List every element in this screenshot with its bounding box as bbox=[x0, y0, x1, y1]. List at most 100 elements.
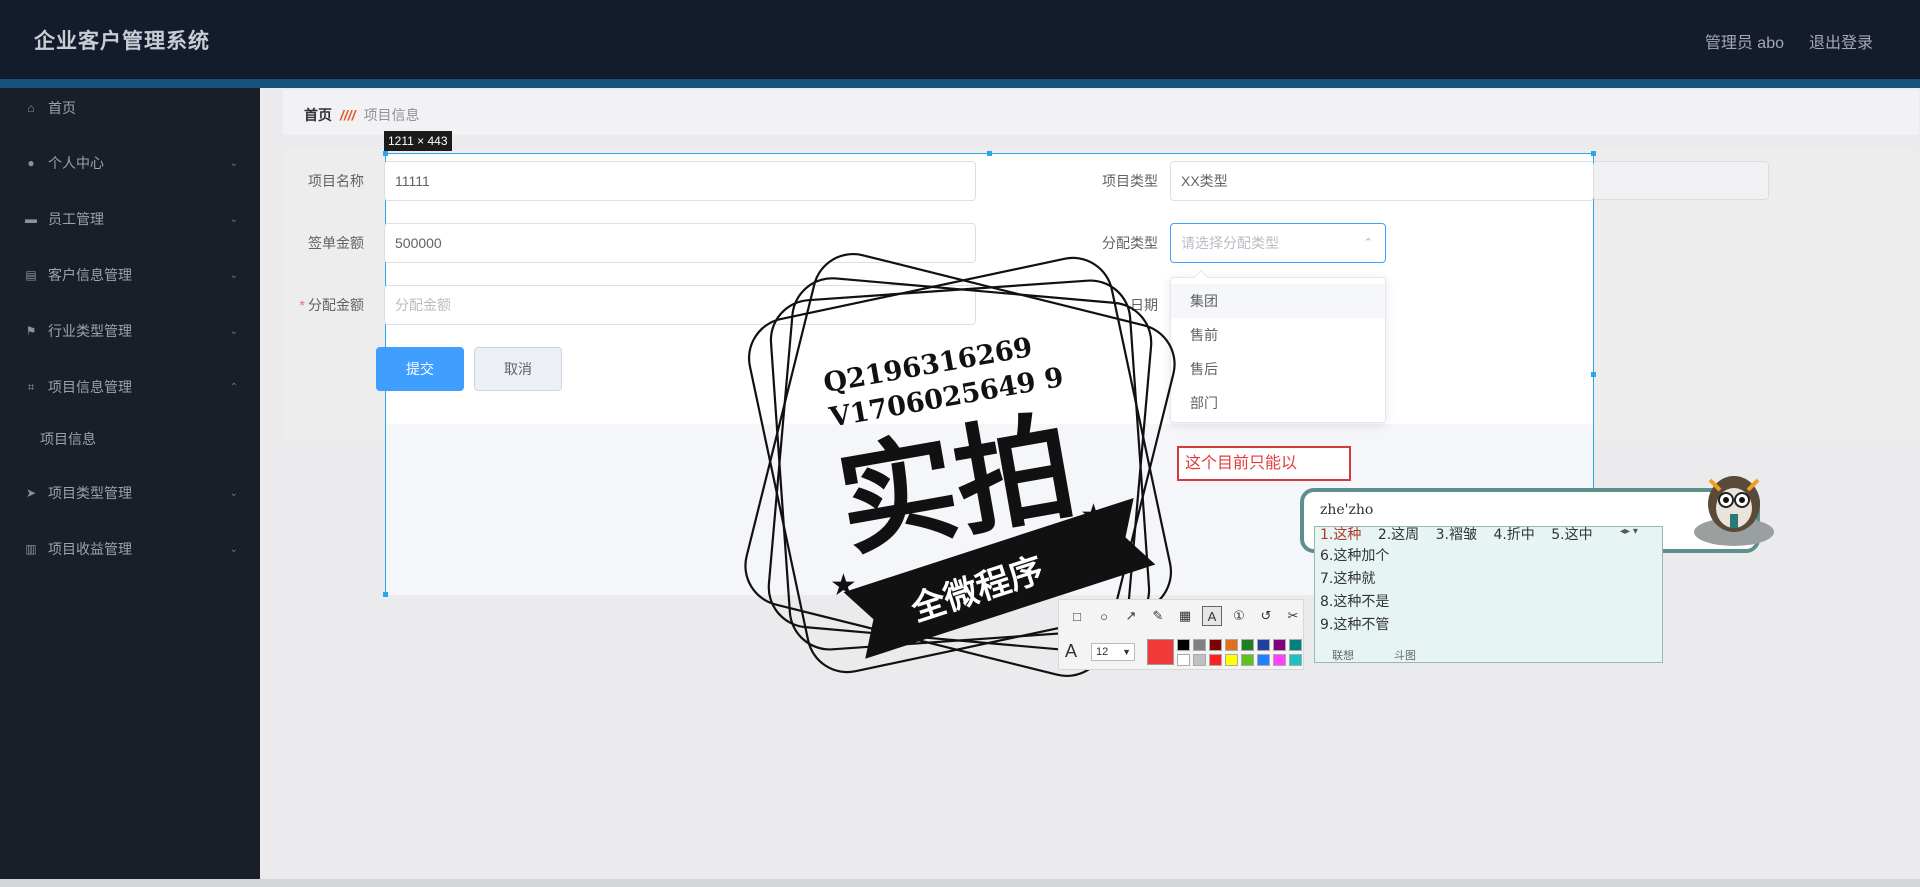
submit-button[interactable]: 提交 bbox=[376, 347, 464, 391]
style-row: A 12 ▼ bbox=[1059, 635, 1303, 669]
resize-handle[interactable] bbox=[987, 151, 992, 156]
dropdown-option[interactable]: 部门 bbox=[1171, 386, 1385, 420]
sidebar-item-label: 项目类型管理 bbox=[48, 485, 132, 501]
color-swatch[interactable] bbox=[1241, 639, 1254, 651]
resize-handle[interactable] bbox=[1591, 151, 1596, 156]
number-icon[interactable]: ① bbox=[1229, 606, 1249, 626]
sidebar-item-label: 项目信息管理 bbox=[48, 379, 132, 395]
sidebar-item-industry[interactable]: ⚑ 行业类型管理 ⌄ bbox=[0, 311, 260, 351]
ime-tabs: 联想 斗图 bbox=[1314, 644, 1663, 663]
chevron-down-icon: ⌄ bbox=[229, 325, 238, 337]
sign-amount-input[interactable]: 500000 bbox=[384, 223, 976, 263]
alloc-type-select[interactable]: 请选择分配类型 ⌃ bbox=[1170, 223, 1386, 263]
sidebar-item-staff[interactable]: ▬ 员工管理 ⌄ bbox=[0, 199, 260, 239]
sidebar-item-home[interactable]: ⌂ 首页 bbox=[0, 88, 260, 128]
dropdown-option[interactable]: 集团 bbox=[1171, 284, 1385, 318]
monitor-icon: ▬ bbox=[25, 212, 37, 226]
rect-icon[interactable]: □ bbox=[1067, 606, 1087, 626]
ellipse-icon[interactable]: ○ bbox=[1094, 606, 1114, 626]
project-type-input[interactable]: XX类型 bbox=[1170, 161, 1594, 201]
logout-link[interactable]: 退出登录 bbox=[1809, 29, 1873, 53]
color-palette bbox=[1177, 639, 1303, 667]
chevron-down-icon: ⌄ bbox=[229, 487, 238, 499]
chevron-up-icon: ⌃ bbox=[229, 381, 238, 393]
color-swatch[interactable] bbox=[1209, 639, 1222, 651]
ime-candidate-window: zhe'zho 1.这种 2.这周 3.褶皱 4.折中 5.这中 ◂▸ ▾ 6.… bbox=[1300, 488, 1760, 663]
ime-candidate[interactable]: 7.这种就 bbox=[1320, 568, 1389, 591]
ime-candidate[interactable]: 4.折中 bbox=[1493, 527, 1534, 543]
project-name-label: 项目名称 bbox=[308, 173, 364, 189]
project-name-input[interactable]: 11111 bbox=[384, 161, 976, 201]
annotation-textbox[interactable]: 这个目前只能以 bbox=[1177, 446, 1351, 481]
color-swatch[interactable] bbox=[1177, 654, 1190, 666]
alloc-type-placeholder: 请选择分配类型 bbox=[1181, 235, 1279, 251]
ime-candidate[interactable]: 3.褶皱 bbox=[1436, 527, 1477, 543]
ime-candidate[interactable]: 6.这种加个 bbox=[1320, 545, 1389, 568]
undo-icon[interactable]: ↺ bbox=[1256, 606, 1276, 626]
resize-handle[interactable] bbox=[383, 592, 388, 597]
sidebar-item-project-types[interactable]: ➤ 项目类型管理 ⌄ bbox=[0, 473, 260, 513]
breadcrumb-home[interactable]: 首页 bbox=[304, 105, 332, 125]
sidebar: ⌂ 首页 ● 个人中心 ⌄ ▬ 员工管理 ⌄ ▤ 客户信息管理 ⌄ ⚑ 行业类型… bbox=[0, 88, 260, 879]
color-swatch[interactable] bbox=[1257, 639, 1270, 651]
sidebar-item-label: 行业类型管理 bbox=[48, 323, 132, 339]
sign-amount-label: 签单金额 bbox=[308, 235, 364, 251]
sidebar-subitem-project-info[interactable]: 项目信息 bbox=[0, 419, 260, 459]
date-input-dimmed[interactable] bbox=[1592, 161, 1769, 200]
dropdown-option[interactable]: 售前 bbox=[1171, 318, 1385, 352]
color-swatch[interactable] bbox=[1257, 654, 1270, 666]
ime-candidate[interactable]: 2.这周 bbox=[1378, 527, 1419, 543]
color-swatch[interactable] bbox=[1193, 639, 1206, 651]
frame-icon: ⌗ bbox=[27, 379, 35, 394]
breadcrumb-current: 项目信息 bbox=[363, 107, 420, 123]
app-title: 企业客户管理系统 bbox=[34, 30, 210, 53]
ime-candidate-list: 6.这种加个 7.这种就 8.这种不是 9.这种不管 bbox=[1320, 545, 1389, 637]
alloc-amount-input[interactable]: 分配金额 bbox=[384, 285, 976, 325]
ime-page-arrows-icon[interactable]: ◂▸ ▾ bbox=[1620, 526, 1638, 537]
font-size-select[interactable]: 12 ▼ bbox=[1091, 643, 1135, 661]
send-icon: ➤ bbox=[25, 486, 37, 500]
color-swatch[interactable] bbox=[1225, 639, 1238, 651]
sidebar-item-label: 员工管理 bbox=[48, 211, 104, 227]
sidebar-item-label: 项目收益管理 bbox=[48, 541, 132, 557]
color-swatch[interactable] bbox=[1241, 654, 1254, 666]
sidebar-item-customers[interactable]: ▤ 客户信息管理 ⌄ bbox=[0, 255, 260, 295]
ime-candidate[interactable]: 5.这中 bbox=[1551, 527, 1592, 543]
sidebar-item-profile[interactable]: ● 个人中心 ⌄ bbox=[0, 143, 260, 183]
chevron-down-icon: ⌄ bbox=[229, 543, 238, 555]
arrow-icon[interactable]: ↗ bbox=[1121, 606, 1141, 626]
resize-handle[interactable] bbox=[1591, 372, 1596, 377]
current-color-swatch[interactable] bbox=[1147, 639, 1174, 665]
ime-tab-sticker[interactable]: 斗图 bbox=[1394, 647, 1416, 663]
ime-candidate[interactable]: 8.这种不是 bbox=[1320, 591, 1389, 614]
color-swatch[interactable] bbox=[1177, 639, 1190, 651]
chevron-down-icon: ⌄ bbox=[229, 157, 238, 169]
sidebar-item-projects[interactable]: ⌗ 项目信息管理 ⌃ bbox=[0, 367, 260, 407]
chevron-up-icon: ⌃ bbox=[1363, 237, 1373, 249]
sidebar-item-revenue[interactable]: ▥ 项目收益管理 ⌄ bbox=[0, 529, 260, 569]
color-swatch[interactable] bbox=[1273, 654, 1286, 666]
color-swatch[interactable] bbox=[1273, 639, 1286, 651]
cancel-button[interactable]: 取消 bbox=[474, 347, 562, 391]
mosaic-icon[interactable]: ▦ bbox=[1175, 606, 1195, 626]
ime-candidate[interactable]: 1.这种 bbox=[1320, 527, 1361, 543]
color-swatch[interactable] bbox=[1225, 654, 1238, 666]
ime-tab-suggest[interactable]: 联想 bbox=[1332, 647, 1354, 663]
pen-icon[interactable]: ✎ bbox=[1148, 606, 1168, 626]
required-asterisk: * bbox=[299, 297, 305, 313]
color-swatch[interactable] bbox=[1209, 654, 1222, 666]
breadcrumb-separator-icon: //// bbox=[340, 107, 356, 123]
alloc-amount-label: * 分配金额 bbox=[299, 297, 364, 313]
text-icon[interactable]: A bbox=[1202, 606, 1222, 626]
ime-candidate[interactable]: 9.这种不管 bbox=[1320, 614, 1389, 637]
dropdown-option[interactable]: 售后 bbox=[1171, 352, 1385, 386]
sidebar-item-label: 个人中心 bbox=[48, 155, 104, 171]
screenshot-toolbar: □ ○ ↗ ✎ ▦ A ① ↺ ✂ A 12 ▼ bbox=[1058, 599, 1304, 670]
capture-size-label: 1211 × 443 bbox=[384, 131, 452, 151]
resize-handle[interactable] bbox=[383, 151, 388, 156]
top-header: 企业客户管理系统 管理员 abo 退出登录 bbox=[0, 0, 1920, 79]
alloc-type-label: 分配类型 bbox=[1102, 235, 1158, 251]
color-swatch[interactable] bbox=[1193, 654, 1206, 666]
resize-handle[interactable] bbox=[987, 592, 992, 597]
project-type-label: 项目类型 bbox=[1102, 173, 1158, 189]
